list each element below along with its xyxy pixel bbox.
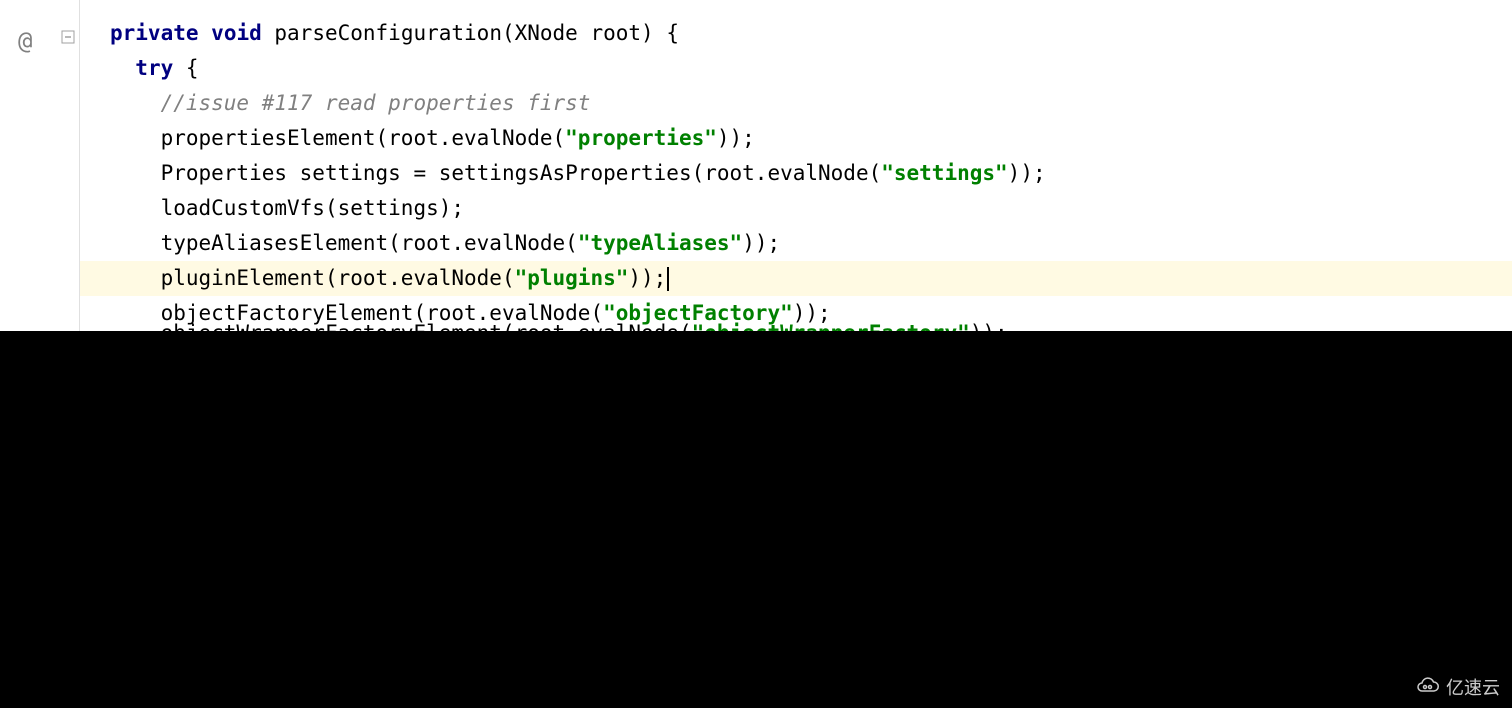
method-signature-text: parseConfiguration(XNode root) { [262, 21, 679, 45]
code-line-settings: Properties settings = settingsAsProperti… [80, 156, 1512, 191]
watermark-cloud-icon [1416, 675, 1440, 699]
code-line-plugin-highlighted: pluginElement(root.evalNode("plugins")); [80, 261, 1512, 296]
try-brace: { [173, 56, 198, 80]
properties-string: "properties" [565, 126, 717, 150]
settings-end: )); [1008, 161, 1046, 185]
watermark: 亿速云 [1416, 674, 1500, 700]
typealiases-string: "typeAliases" [578, 231, 742, 255]
override-marker-icon[interactable]: @ [18, 27, 32, 55]
code-line-properties: propertiesElement(root.evalNode("propert… [80, 121, 1512, 156]
settings-decl: Properties settings = settingsAsProperti… [161, 161, 882, 185]
plugin-string: "plugins" [515, 266, 629, 290]
fold-minus-icon[interactable] [61, 25, 75, 39]
text-cursor [667, 267, 669, 291]
keyword-private: private [110, 21, 199, 45]
watermark-text: 亿速云 [1446, 674, 1500, 700]
code-line-loadvfs: loadCustomVfs(settings); [80, 191, 1512, 226]
settings-string: "settings" [881, 161, 1007, 185]
code-line-typealiases: typeAliasesElement(root.evalNode("typeAl… [80, 226, 1512, 261]
loadvfs-call: loadCustomVfs(settings); [161, 196, 464, 220]
plugin-end: )); [628, 266, 666, 290]
typealiases-call: typeAliasesElement(root.evalNode( [161, 231, 578, 255]
black-overlay [0, 331, 1512, 708]
keyword-try: try [135, 56, 173, 80]
properties-call: propertiesElement(root.evalNode( [161, 126, 566, 150]
code-line-try: try { [80, 51, 1512, 86]
plugin-call: pluginElement(root.evalNode( [161, 266, 515, 290]
code-line-comment: //issue #117 read properties first [80, 86, 1512, 121]
properties-end: )); [717, 126, 755, 150]
typealiases-end: )); [742, 231, 780, 255]
code-line-method-signature: private void parseConfiguration(XNode ro… [80, 16, 1512, 51]
comment-text: //issue #117 read properties first [161, 91, 591, 115]
keyword-void: void [211, 21, 262, 45]
